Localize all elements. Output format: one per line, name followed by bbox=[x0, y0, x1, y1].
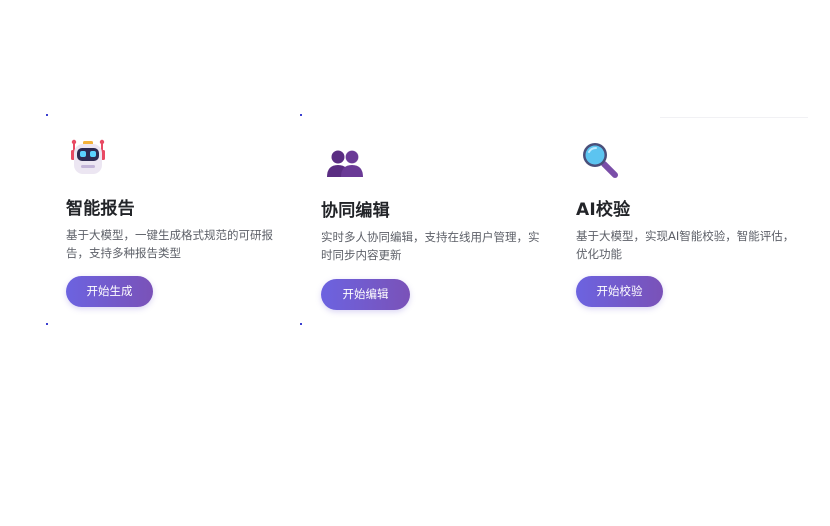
card-description: 基于大模型，实现AI智能校验，智能评估，优化功能 bbox=[576, 229, 795, 261]
decorative-dot bbox=[46, 323, 48, 325]
card-title: AI校验 bbox=[576, 200, 631, 220]
decorative-dot bbox=[300, 114, 302, 116]
start-edit-button[interactable]: 开始编辑 bbox=[321, 279, 410, 310]
decorative-dot bbox=[46, 114, 48, 116]
card-title: 协同编辑 bbox=[321, 201, 390, 221]
robot-icon bbox=[68, 138, 108, 178]
users-icon bbox=[326, 144, 366, 184]
start-check-button[interactable]: 开始校验 bbox=[576, 276, 663, 307]
decorative-divider bbox=[660, 117, 808, 118]
card-description: 基于大模型，一键生成格式规范的可研报告，支持多种报告类型 bbox=[66, 228, 273, 260]
magnifier-icon bbox=[580, 140, 620, 180]
feature-section: 智能报告 基于大模型，一键生成格式规范的可研报告，支持多种报告类型 开始生成 协… bbox=[0, 0, 830, 526]
start-generate-button[interactable]: 开始生成 bbox=[66, 276, 153, 307]
decorative-dot bbox=[300, 323, 302, 325]
card-title: 智能报告 bbox=[66, 199, 135, 219]
card-description: 实时多人协同编辑，支持在线用户管理，实时同步内容更新 bbox=[321, 230, 540, 262]
